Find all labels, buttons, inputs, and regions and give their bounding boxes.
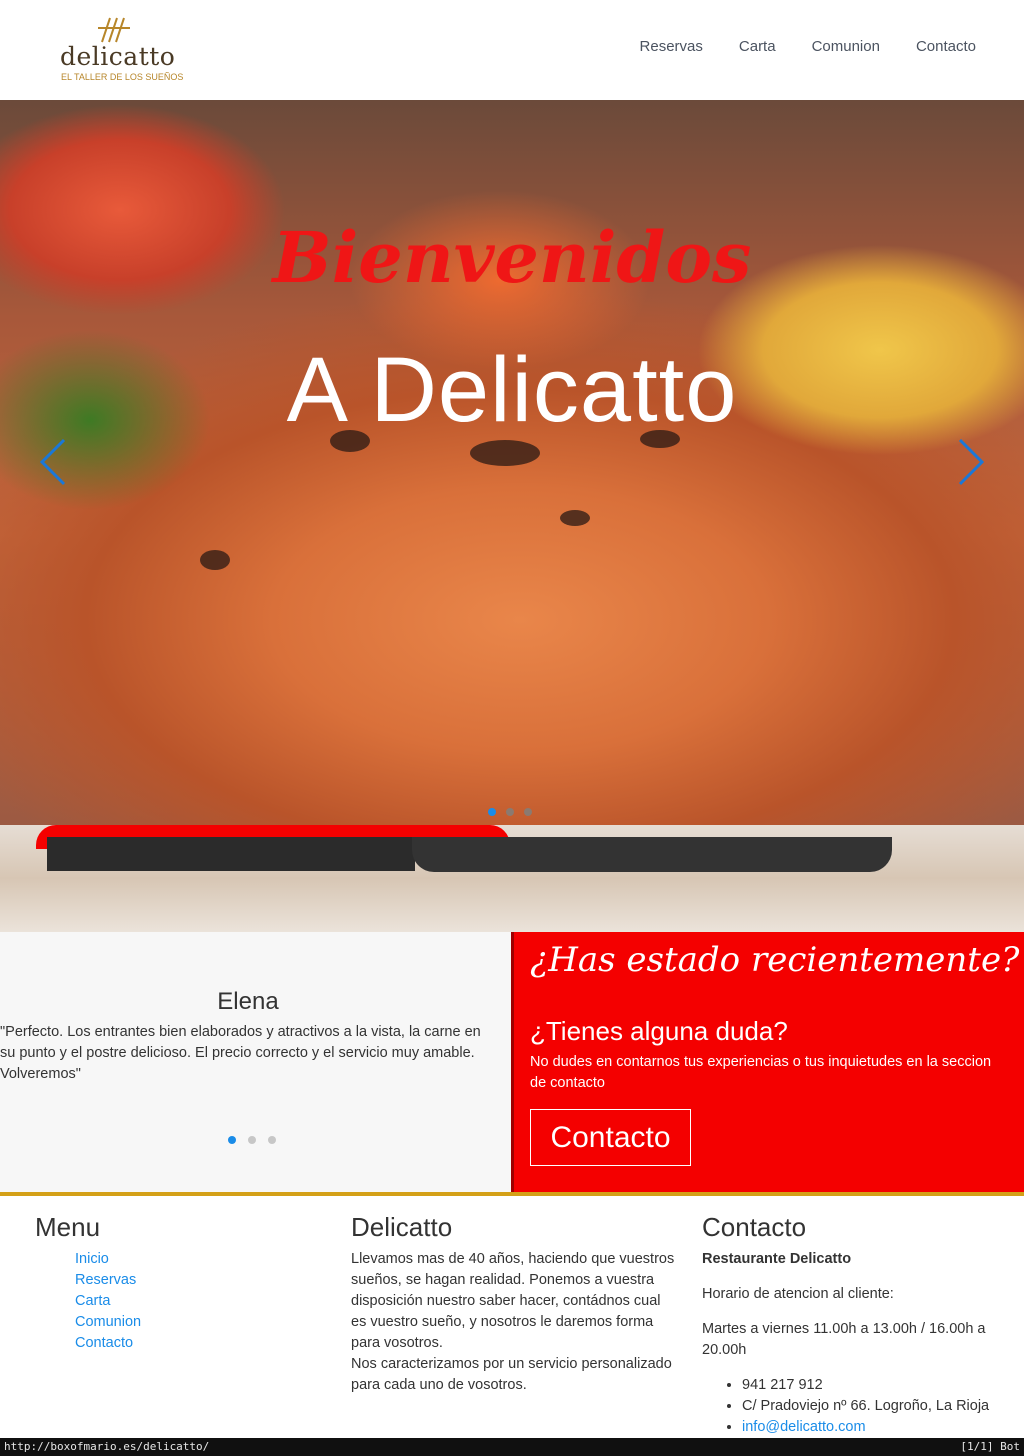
testimonial-author: Elena — [217, 988, 279, 1015]
footer-about: Delicatto Llevamos mas de 40 años, hacie… — [351, 1212, 676, 1396]
food-texture — [200, 550, 230, 570]
footer-contact: Contacto Restaurante Delicatto Horario d… — [702, 1212, 1022, 1438]
logo[interactable]: delicatto EL TALLER DE LOS SUEÑOS — [58, 14, 183, 86]
carousel-indicators — [488, 808, 532, 816]
testimonial-text: "Perfecto. Los entrantes bien elaborados… — [0, 1024, 481, 1082]
logo-wordmark: delicatto — [60, 42, 176, 71]
food-texture — [560, 510, 590, 526]
image-strip — [0, 825, 1024, 932]
food-texture — [470, 440, 540, 466]
contact-cta-section: ¿Has estado recientemente? ¿Tienes algun… — [511, 932, 1024, 1192]
carousel-dot[interactable] — [524, 808, 532, 816]
testimonial-indicators — [228, 1136, 276, 1144]
dark-panel-right — [412, 837, 892, 872]
footer-about-text-2: Nos caracterizamos por un servicio perso… — [351, 1356, 672, 1393]
hero-carousel: Bienvenidos A Delicatto — [0, 100, 1024, 825]
chevron-left-icon[interactable] — [38, 438, 68, 486]
chevron-right-icon[interactable] — [956, 438, 986, 486]
footer-link-carta[interactable]: Carta — [75, 1293, 110, 1309]
hours-text: Martes a viernes 11.00h a 13.00h / 16.00… — [702, 1321, 986, 1358]
hours-label: Horario de atencion al cliente: — [702, 1286, 894, 1302]
restaurant-name: Restaurante Delicatto — [702, 1251, 852, 1267]
nav-reservas[interactable]: Reservas — [640, 38, 703, 55]
nav-contacto[interactable]: Contacto — [916, 38, 976, 55]
dark-panel-left — [47, 837, 415, 871]
footer-about-text: Llevamos mas de 40 años, haciendo que vu… — [351, 1251, 675, 1351]
browser-status-bar: http://boxofmario.es/delicatto/ [1/1] Bo… — [0, 1438, 1024, 1456]
testimonial-dot[interactable] — [228, 1136, 236, 1144]
footer-contact-title: Contacto — [702, 1212, 807, 1242]
nav-carta[interactable]: Carta — [739, 38, 776, 55]
cta-text: No dudes en contarnos tus experiencias o… — [530, 1054, 992, 1091]
logo-tagline: EL TALLER DE LOS SUEÑOS — [61, 72, 184, 82]
footer-link-contacto[interactable]: Contacto — [75, 1335, 133, 1351]
main-nav: Reservas Carta Comunion Contacto — [640, 38, 976, 55]
footer-link-inicio[interactable]: Inicio — [75, 1251, 109, 1267]
cta-subtitle: ¿Tienes alguna duda? — [530, 1016, 788, 1046]
testimonial-section: Elena "Perfecto. Los entrantes bien elab… — [0, 932, 511, 1192]
carousel-dot[interactable] — [488, 808, 496, 816]
nav-comunion[interactable]: Comunion — [812, 38, 880, 55]
footer-menu: Menu Inicio Reservas Carta Comunion Cont… — [35, 1212, 315, 1354]
footer-link-comunion[interactable]: Comunion — [75, 1314, 141, 1330]
phone-item: 941 217 912 — [742, 1375, 1022, 1396]
cta-title: ¿Has estado recientemente? — [530, 940, 1020, 980]
status-url: http://boxofmario.es/delicatto/ — [4, 1440, 210, 1453]
footer-about-title: Delicatto — [351, 1212, 453, 1242]
fork-logo-icon — [98, 17, 130, 43]
site-header: delicatto EL TALLER DE LOS SUEÑOS Reserv… — [0, 0, 1024, 100]
hero-main-title: A Delicatto — [286, 339, 738, 441]
carousel-dot[interactable] — [506, 808, 514, 816]
footer-link-reservas[interactable]: Reservas — [75, 1272, 136, 1288]
contact-list: 941 217 912 C/ Pradoviejo nº 66. Logroño… — [702, 1375, 1022, 1438]
site-footer: Menu Inicio Reservas Carta Comunion Cont… — [0, 1196, 1024, 1438]
footer-menu-list: Inicio Reservas Carta Comunion Contacto — [35, 1249, 315, 1354]
contact-button[interactable]: Contacto — [530, 1109, 691, 1166]
hero-script-title: Bienvenidos — [272, 216, 752, 299]
email-link[interactable]: info@delicatto.com — [742, 1419, 866, 1435]
testimonial-dot[interactable] — [248, 1136, 256, 1144]
testimonial-dot[interactable] — [268, 1136, 276, 1144]
status-position: [1/1] Bot — [960, 1440, 1020, 1453]
address-item: C/ Pradoviejo nº 66. Logroño, La Rioja — [742, 1396, 1022, 1417]
footer-menu-title: Menu — [35, 1212, 101, 1242]
